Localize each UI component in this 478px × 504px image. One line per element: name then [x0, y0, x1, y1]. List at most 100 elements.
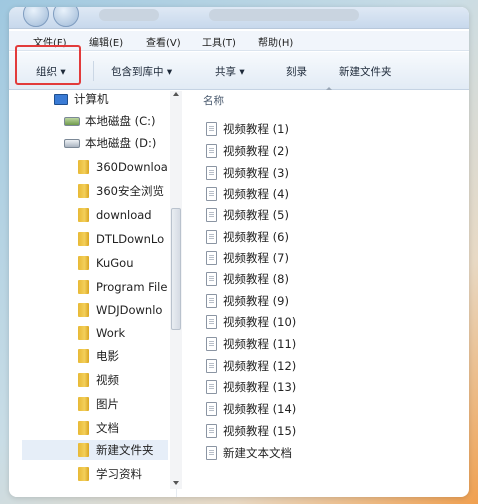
- file-item[interactable]: 新建文本文档: [206, 443, 292, 463]
- nav-folder[interactable]: 360Downloa: [78, 157, 168, 177]
- file-item[interactable]: 视频教程 (2): [206, 141, 289, 161]
- highlight-box: [15, 45, 81, 85]
- drive-icon: [64, 138, 80, 148]
- nav-folder-label: Program File: [96, 280, 168, 294]
- scroll-up-icon[interactable]: [173, 92, 179, 96]
- nav-folder[interactable]: 图片: [78, 394, 119, 414]
- file-icon: [206, 166, 217, 180]
- file-item-label: 视频教程 (1): [223, 122, 289, 136]
- file-icon: [206, 380, 217, 394]
- nav-disk-d[interactable]: 本地磁盘 (D:): [64, 133, 156, 153]
- menu-view[interactable]: 查看(V): [146, 34, 181, 49]
- column-header-name[interactable]: 名称: [203, 93, 224, 108]
- file-item-label: 视频教程 (13): [223, 380, 297, 394]
- forward-icon[interactable]: [53, 7, 79, 27]
- file-icon: [206, 144, 217, 158]
- nav-folder-label: 360安全浏览: [96, 184, 164, 198]
- address-bar[interactable]: [99, 9, 159, 21]
- nav-folder[interactable]: KuGou: [78, 253, 134, 273]
- folder-icon: [78, 397, 89, 411]
- file-item[interactable]: 视频教程 (13): [206, 377, 296, 397]
- folder-icon: [78, 256, 89, 270]
- file-item[interactable]: 视频教程 (15): [206, 421, 296, 441]
- nav-folder-selected[interactable]: 新建文件夹: [22, 440, 168, 460]
- nav-folder-label: 图片: [96, 397, 119, 411]
- nav-folder[interactable]: Program File: [78, 277, 167, 297]
- file-item-label: 视频教程 (12): [223, 359, 297, 373]
- back-icon[interactable]: [23, 7, 49, 27]
- nav-folder[interactable]: 文档: [78, 418, 119, 438]
- share-button[interactable]: 共享 ▾: [215, 64, 245, 79]
- new-folder-button[interactable]: 新建文件夹: [339, 64, 392, 79]
- include-in-library-button[interactable]: 包含到库中 ▾: [111, 64, 172, 79]
- title-bar: [9, 7, 469, 29]
- scroll-down-icon[interactable]: [173, 481, 179, 485]
- nav-folder-label: download: [96, 208, 152, 222]
- folder-icon: [78, 303, 89, 317]
- nav-folder-label: KuGou: [96, 256, 134, 270]
- nav-folder[interactable]: 360安全浏览: [78, 181, 164, 201]
- toolbar-divider: [93, 61, 94, 81]
- folder-icon: [78, 160, 89, 174]
- nav-folder[interactable]: DTLDownLo: [78, 229, 164, 249]
- file-item-label: 视频教程 (4): [223, 187, 289, 201]
- sort-icon: [326, 87, 332, 90]
- file-icon: [206, 359, 217, 373]
- nav-computer[interactable]: 计算机: [54, 89, 109, 109]
- computer-icon: [54, 93, 68, 105]
- file-item[interactable]: 视频教程 (14): [206, 399, 296, 419]
- address-bar-path[interactable]: [209, 9, 359, 21]
- file-item[interactable]: 视频教程 (4): [206, 184, 289, 204]
- file-item[interactable]: 视频教程 (10): [206, 312, 296, 332]
- file-item-label: 视频教程 (14): [223, 402, 297, 416]
- file-item[interactable]: 视频教程 (6): [206, 227, 289, 247]
- nav-folder-label: 文档: [96, 421, 119, 435]
- nav-folder-label: 360Downloa: [96, 160, 168, 174]
- file-icon: [206, 294, 217, 308]
- menu-edit[interactable]: 编辑(E): [89, 34, 123, 49]
- file-item-label: 新建文本文档: [223, 446, 292, 460]
- nav-folder-label: Work: [96, 326, 126, 340]
- nav-disk-c[interactable]: 本地磁盘 (C:): [64, 111, 156, 131]
- file-icon: [206, 272, 217, 286]
- file-icon: [206, 251, 217, 265]
- nav-folder-label: 学习资料: [96, 467, 142, 481]
- file-item-label: 视频教程 (9): [223, 294, 289, 308]
- file-item[interactable]: 视频教程 (9): [206, 291, 289, 311]
- scrollbar-thumb[interactable]: [171, 208, 181, 330]
- burn-button[interactable]: 刻录: [286, 64, 307, 79]
- file-icon: [206, 230, 217, 244]
- folder-icon: [78, 467, 89, 481]
- folder-icon: [78, 280, 89, 294]
- file-item[interactable]: 视频教程 (8): [206, 269, 289, 289]
- nav-folder-label: 视频: [96, 373, 119, 387]
- file-item[interactable]: 视频教程 (7): [206, 248, 289, 268]
- nav-folder-label: DTLDownLo: [96, 232, 165, 246]
- file-item[interactable]: 视频教程 (11): [206, 334, 296, 354]
- nav-folder[interactable]: 视频: [78, 370, 119, 390]
- nav-folder[interactable]: WDJDownlo: [78, 300, 162, 320]
- file-item[interactable]: 视频教程 (1): [206, 119, 289, 139]
- file-icon: [206, 424, 217, 438]
- folder-icon: [78, 443, 89, 457]
- file-item-label: 视频教程 (10): [223, 315, 297, 329]
- nav-folder[interactable]: 电影: [78, 346, 119, 366]
- folder-icon: [78, 232, 89, 246]
- nav-folder[interactable]: 学习资料: [78, 464, 142, 484]
- file-icon: [206, 446, 217, 460]
- drive-icon: [64, 116, 80, 126]
- menu-tools[interactable]: 工具(T): [202, 34, 236, 49]
- menu-help[interactable]: 帮助(H): [258, 34, 293, 49]
- nav-folder[interactable]: Work: [78, 323, 125, 343]
- file-item-label: 视频教程 (3): [223, 166, 289, 180]
- nav-folder-label: WDJDownlo: [96, 303, 163, 317]
- file-item[interactable]: 视频教程 (12): [206, 356, 296, 376]
- file-icon: [206, 122, 217, 136]
- file-item[interactable]: 视频教程 (5): [206, 205, 289, 225]
- folder-icon: [78, 373, 89, 387]
- file-item[interactable]: 视频教程 (3): [206, 163, 289, 183]
- file-item-label: 视频教程 (15): [223, 424, 297, 438]
- nav-computer-label: 计算机: [74, 92, 109, 106]
- nav-folder[interactable]: download: [78, 205, 152, 225]
- file-icon: [206, 337, 217, 351]
